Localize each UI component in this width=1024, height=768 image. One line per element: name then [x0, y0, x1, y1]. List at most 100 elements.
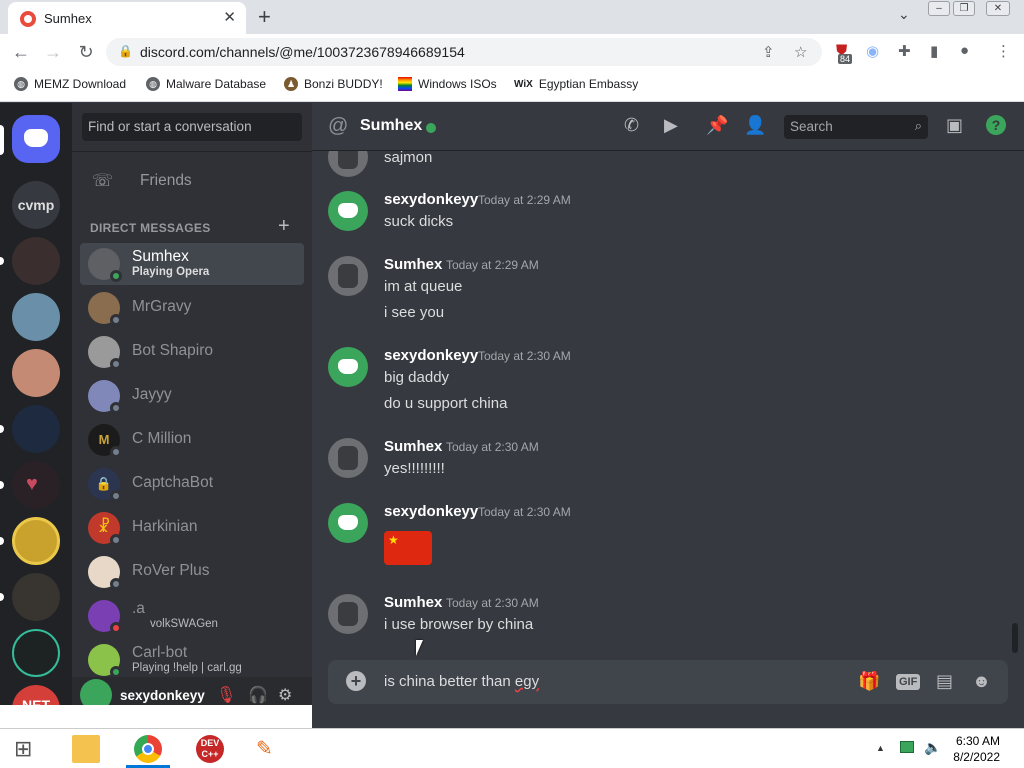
message-input[interactable]: is china better than egy [384, 673, 539, 690]
side-panel-icon[interactable]: ▮ [930, 42, 938, 60]
dm-item[interactable]: RoVer Plus [80, 551, 304, 593]
restore-button[interactable]: ❐ [953, 1, 975, 16]
voice-call-icon[interactable]: ✆ [624, 115, 639, 136]
author[interactable]: Sumhex [384, 594, 442, 611]
avatar[interactable] [328, 256, 368, 296]
dm-item[interactable]: Sumhex Playing Opera [80, 243, 304, 285]
new-tab-button[interactable]: + [258, 4, 271, 30]
dm-item[interactable]: Bot Shapiro [80, 331, 304, 373]
tab-search-chevron-icon[interactable]: ⌄ [898, 6, 910, 23]
start-windows-icon[interactable]: ⊞ [14, 735, 42, 763]
server-avatar-1[interactable] [12, 237, 60, 285]
message-composer[interactable]: + is china better than egy 🎁 GIF ▤ ☻ [328, 660, 1008, 704]
server-avatar-4[interactable] [12, 405, 60, 453]
bookmark-memz[interactable]: ◍ MEMZ Download [14, 77, 126, 91]
share-icon[interactable]: ⇪ [762, 43, 775, 61]
dm-item[interactable]: .a volkSWAGen [80, 595, 304, 637]
extension-badge: 84 [838, 54, 853, 64]
server-avatar-2[interactable] [12, 293, 60, 341]
video-call-icon[interactable]: ▶ [664, 115, 678, 136]
forward-icon[interactable]: → [42, 42, 64, 63]
chrome-icon[interactable] [134, 735, 162, 763]
gif-icon[interactable]: GIF [896, 674, 921, 690]
address-bar[interactable]: 🔒 discord.com/channels/@me/1003723678946… [106, 38, 822, 66]
help-icon[interactable]: ? [986, 115, 1006, 135]
browser-toolbar: ← → ↻ 🔒 discord.com/channels/@me/1003723… [0, 34, 1024, 70]
reload-icon[interactable]: ↻ [75, 42, 97, 63]
friends-nav-item[interactable]: ☏ Friends [80, 161, 304, 201]
server-cvmp[interactable]: cvmp [12, 181, 60, 229]
china-flag-emoji[interactable]: ★ [384, 531, 432, 565]
timestamp: Today at 2:30 AM [478, 505, 571, 519]
discord-home-button[interactable] [12, 115, 60, 163]
server-avatar-5[interactable]: ♥ [12, 461, 60, 509]
add-friends-icon[interactable]: 👤 [744, 115, 766, 136]
unread-pill [0, 257, 4, 265]
sticker-icon[interactable]: ▤ [936, 671, 953, 692]
bookmark-egyptian-embassy[interactable]: WiX Egyptian Embassy [514, 77, 638, 91]
scrollbar-thumb[interactable] [1012, 623, 1018, 653]
dm-item[interactable]: Jayyy [80, 375, 304, 417]
timestamp: Today at 2:30 AM [478, 349, 571, 363]
gift-icon[interactable]: 🎁 [858, 671, 880, 692]
mute-mic-icon[interactable]: 🎙 [216, 685, 236, 705]
file-explorer-icon[interactable] [72, 735, 100, 763]
server-avatar-3[interactable] [12, 349, 60, 397]
inbox-icon[interactable]: ▣ [946, 115, 963, 136]
bookmark-windows-isos[interactable]: Windows ISOs [398, 77, 497, 91]
author[interactable]: sexydonkeyy [384, 503, 478, 520]
dm-item[interactable]: Carl-bot Playing !help | carl.gg [80, 639, 304, 681]
avatar[interactable] [328, 503, 368, 543]
author[interactable]: sexydonkeyy [384, 191, 478, 208]
profile-avatar-icon[interactable]: ● [960, 42, 969, 59]
status-indicator [110, 270, 122, 282]
find-conversation-button[interactable]: Find or start a conversation [82, 113, 302, 141]
volume-icon[interactable]: 🔈 [924, 739, 941, 756]
avatar[interactable] [328, 594, 368, 634]
bookmark-malware-db[interactable]: ◍ Malware Database [146, 77, 266, 91]
show-hidden-icons-chevron-icon[interactable]: ▲ [876, 743, 885, 753]
settings-gear-icon[interactable]: ⚙ [278, 685, 292, 705]
close-tab-icon[interactable]: ✕ [223, 8, 236, 26]
status-indicator [110, 578, 122, 590]
lock-icon[interactable]: 🔒 [118, 44, 133, 58]
headphones-icon[interactable]: 🎧 [248, 685, 268, 705]
back-icon[interactable]: ← [10, 42, 32, 63]
minimize-button[interactable]: – [928, 1, 950, 16]
search-input[interactable]: Search ⌕ [784, 115, 928, 139]
author[interactable]: Sumhex [384, 438, 442, 455]
avatar[interactable] [328, 347, 368, 387]
author[interactable]: sexydonkeyy [384, 347, 478, 364]
direct-messages-header: DIRECT MESSAGES [90, 221, 211, 235]
server-avatar-6[interactable] [12, 517, 60, 565]
dm-item[interactable]: 🔒 CaptchaBot [80, 463, 304, 505]
bookmark-star-icon[interactable]: ☆ [794, 43, 807, 61]
battery-icon[interactable] [900, 741, 914, 753]
avatar[interactable] [328, 438, 368, 478]
server-net[interactable]: NET [12, 685, 60, 705]
emoji-icon[interactable]: ☻ [972, 671, 991, 692]
dm-item[interactable]: M C Million [80, 419, 304, 461]
avatar[interactable] [328, 191, 368, 231]
avatar [328, 151, 368, 177]
system-clock[interactable]: 6:30 AM 8/2/2022 [953, 733, 1000, 765]
paint-icon[interactable]: ✎ [256, 735, 284, 763]
attach-plus-icon[interactable]: + [346, 671, 366, 691]
extensions-puzzle-icon[interactable]: ✚ [898, 42, 911, 60]
devcpp-icon[interactable]: DEV C++ [196, 735, 224, 763]
pinned-messages-icon[interactable]: 📌 [706, 115, 728, 136]
bookmark-bonzi[interactable]: ♟ Bonzi BUDDY! [284, 77, 383, 91]
close-window-button[interactable]: ✕ [986, 1, 1010, 16]
extension-flag-icon[interactable]: ◉ [866, 42, 879, 60]
server-avatar-7[interactable] [12, 573, 60, 621]
dm-item[interactable]: ☧ Harkinian [80, 507, 304, 549]
author[interactable]: Sumhex [384, 256, 442, 273]
mouse-cursor [416, 640, 430, 656]
message-list: sajmon sexydonkeyy Today at 2:29 AM suck… [312, 151, 1024, 661]
menu-kebab-icon[interactable]: ⋮ [996, 42, 1011, 60]
url-text[interactable]: discord.com/channels/@me/100372367894668… [140, 44, 465, 60]
server-avatar-8[interactable] [12, 629, 60, 677]
create-dm-plus-icon[interactable]: + [278, 215, 290, 238]
dm-item[interactable]: MrGravy [80, 287, 304, 329]
browser-tab[interactable]: Sumhex ✕ [8, 2, 246, 34]
